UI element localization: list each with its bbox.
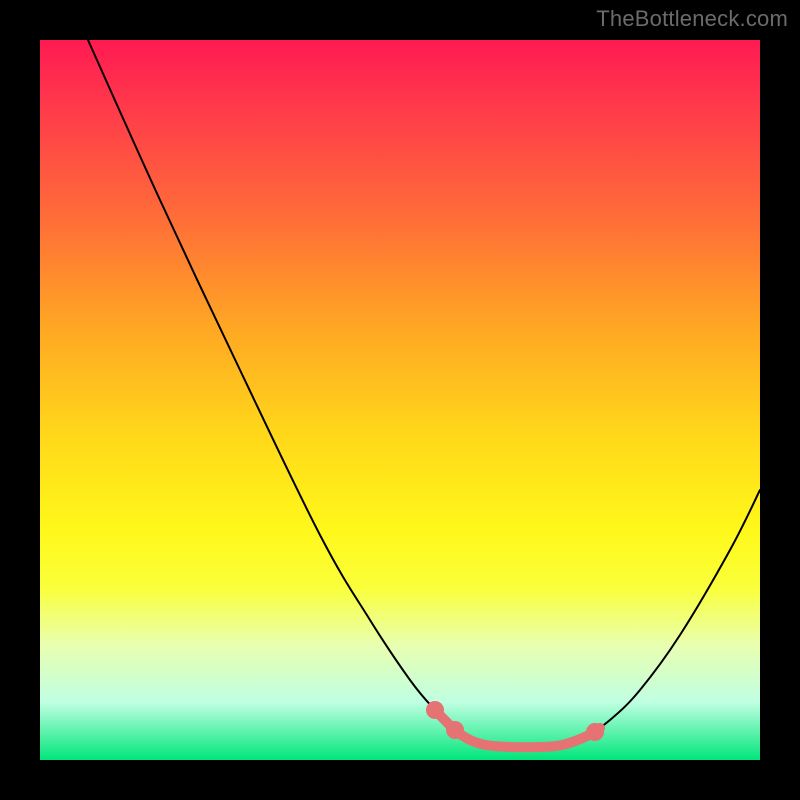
chart-svg — [40, 40, 760, 760]
series-bottleneck-curve — [88, 40, 760, 747]
watermark-text: TheBottleneck.com — [596, 6, 788, 32]
marker-2 — [586, 723, 604, 741]
chart-plot-area — [40, 40, 760, 760]
series-container — [88, 40, 760, 747]
marker-1 — [446, 721, 464, 739]
marker-0 — [426, 701, 444, 719]
